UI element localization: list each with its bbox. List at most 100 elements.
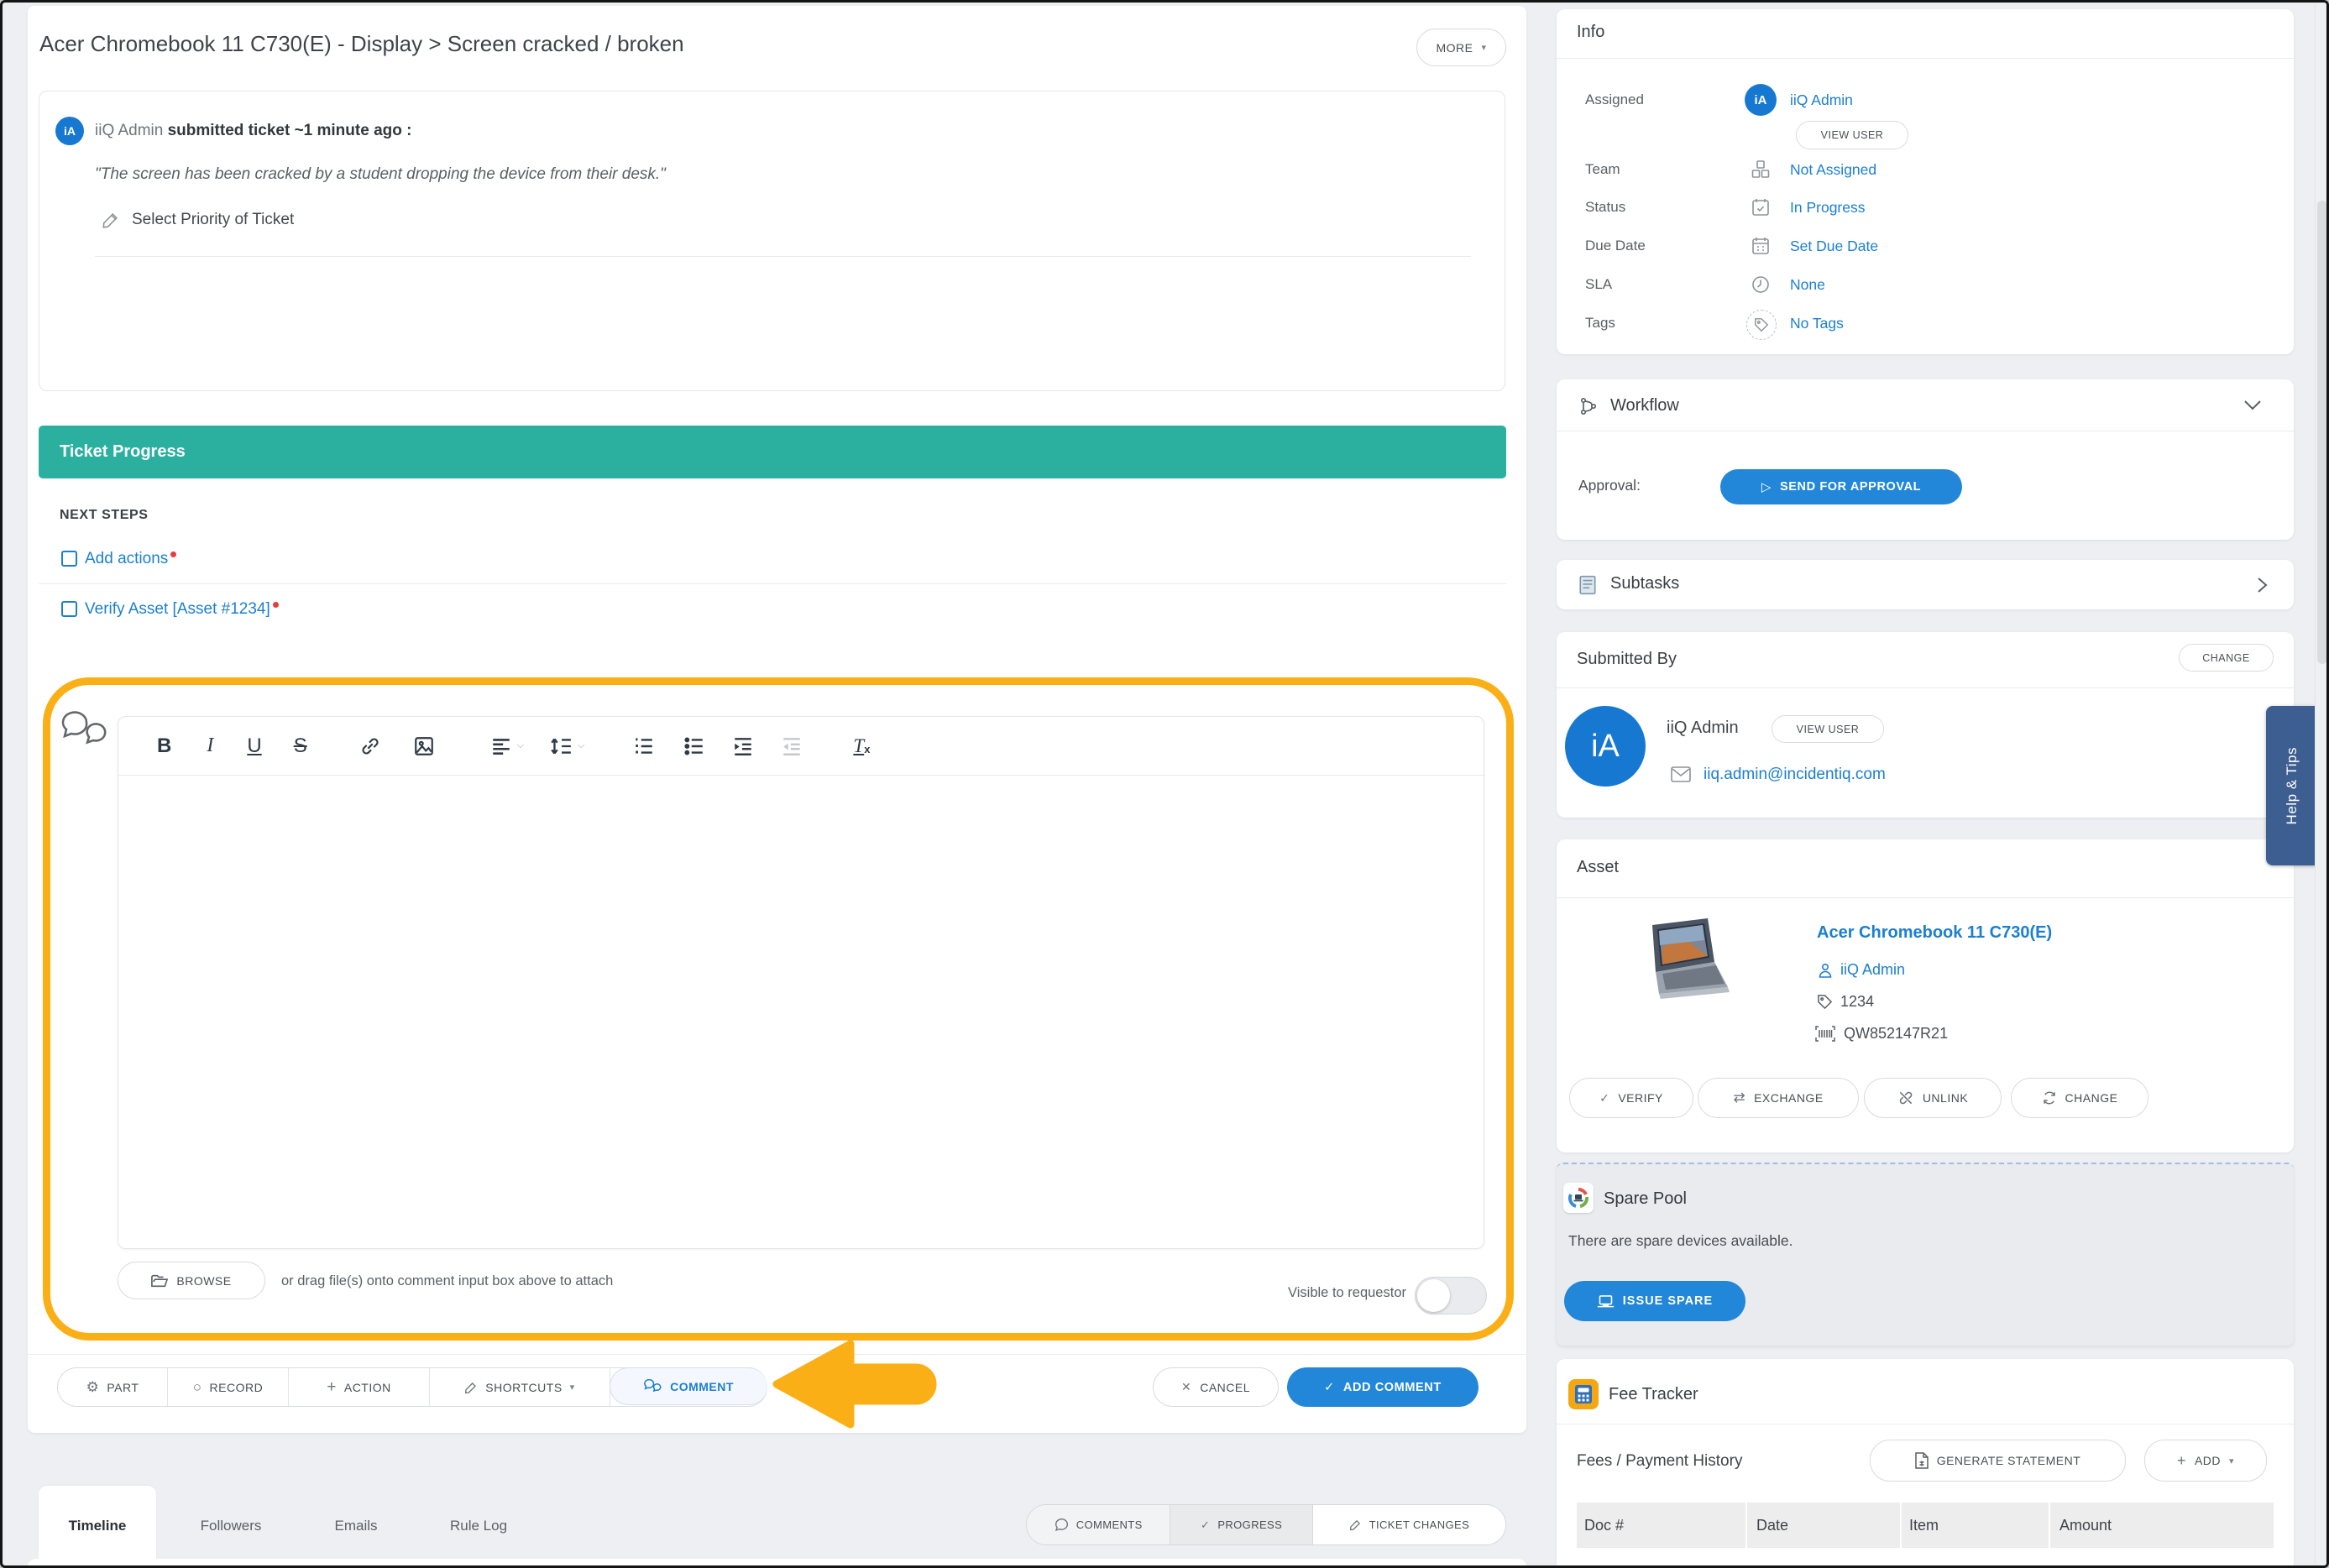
drag-hint: or drag file(s) onto comment input box a… xyxy=(281,1273,613,1289)
part-label: PART xyxy=(107,1381,139,1394)
line-height-icon[interactable] xyxy=(549,735,573,757)
exchange-asset-button[interactable]: ⇄ EXCHANGE xyxy=(1698,1078,1859,1118)
fee-col-date: Date xyxy=(1747,1503,1900,1548)
avatar: iA xyxy=(55,117,84,145)
due-date-value-link[interactable]: Set Due Date xyxy=(1790,238,1878,255)
timeline-view-group: COMMENTS ✓ PROGRESS TICKET CHANGES xyxy=(1026,1504,1506,1545)
asset-photo xyxy=(1634,907,1740,1012)
line-height-caret-icon[interactable]: ⌵ xyxy=(578,740,584,751)
issue-spare-button[interactable]: ISSUE SPARE xyxy=(1564,1281,1745,1321)
folder-icon xyxy=(151,1273,168,1288)
priority-prompt-row[interactable]: Select Priority of Ticket xyxy=(102,211,294,229)
fee-col-amount: Amount xyxy=(2050,1503,2274,1548)
tab-rule-log[interactable]: Rule Log xyxy=(450,1518,507,1534)
part-button[interactable]: ⚙ PART xyxy=(58,1368,168,1406)
change-button[interactable]: CHANGE xyxy=(2179,644,2274,672)
clear-format-icon[interactable]: Tx xyxy=(853,735,870,757)
pencil-icon xyxy=(1349,1518,1362,1531)
timeline-content-band xyxy=(28,1559,1526,1568)
team-value-link[interactable]: Not Assigned xyxy=(1790,161,1876,179)
outdent-icon[interactable] xyxy=(781,735,803,757)
pencil-icon xyxy=(464,1381,478,1394)
browse-button[interactable]: BROWSE xyxy=(118,1262,265,1299)
event-user: iiQ Admin xyxy=(95,122,163,139)
status-value-link[interactable]: In Progress xyxy=(1790,199,1865,217)
generate-statement-button[interactable]: GENERATE STATEMENT xyxy=(1870,1440,2126,1482)
shortcuts-button[interactable]: SHORTCUTS ▾ xyxy=(430,1368,610,1406)
bullet-list-icon[interactable] xyxy=(683,735,705,757)
view-progress-button[interactable]: ✓ PROGRESS xyxy=(1170,1505,1311,1544)
asset-owner-link[interactable]: iiQ Admin xyxy=(1840,961,1905,979)
unlink-label: UNLINK xyxy=(1923,1091,1968,1105)
step-checkbox[interactable] xyxy=(61,551,77,567)
comment-button[interactable]: COMMENT xyxy=(610,1367,767,1405)
cancel-button[interactable]: ✕ CANCEL xyxy=(1153,1367,1279,1407)
assigned-user-link[interactable]: iiQ Admin xyxy=(1790,91,1853,109)
plus-icon: + xyxy=(327,1378,337,1397)
fee-tracker-card: Fee Tracker Fees / Payment History GENER… xyxy=(1557,1359,2294,1568)
view-user-button[interactable]: VIEW USER xyxy=(1772,715,1884,743)
change-asset-button[interactable]: CHANGE xyxy=(2011,1078,2148,1118)
align-icon[interactable] xyxy=(490,735,512,757)
link-icon[interactable] xyxy=(359,735,381,757)
ticket-progress-title: Ticket Progress xyxy=(60,442,186,462)
add-fee-label: ADD xyxy=(2195,1454,2221,1467)
approval-label: Approval: xyxy=(1578,477,1641,494)
send-for-approval-button[interactable]: ▷ SEND FOR APPROVAL xyxy=(1720,469,1962,504)
image-icon[interactable] xyxy=(413,735,435,757)
event-headline: iiQ Admin submitted ticket ~1 minute ago… xyxy=(95,122,411,140)
required-dot xyxy=(170,551,176,557)
comment-label: COMMENT xyxy=(670,1380,734,1393)
unlink-asset-button[interactable]: UNLINK xyxy=(1864,1078,2002,1118)
action-button[interactable]: + ACTION xyxy=(289,1368,430,1406)
subtasks-card[interactable]: Subtasks xyxy=(1557,560,2294,609)
record-circle-icon: ○ xyxy=(193,1379,202,1396)
submitted-by-card: Submitted By CHANGE iA iiQ Admin VIEW US… xyxy=(1557,632,2294,818)
tab-timeline[interactable]: Timeline xyxy=(39,1486,156,1568)
submitter-avatar: iA xyxy=(1565,706,1646,787)
record-button[interactable]: ○ RECORD xyxy=(168,1368,289,1406)
chevron-down-icon[interactable] xyxy=(2243,400,2262,411)
comment-input[interactable] xyxy=(118,776,1484,1249)
tab-emails[interactable]: Emails xyxy=(334,1518,377,1534)
more-button[interactable]: MORE ▾ xyxy=(1416,29,1506,66)
indent-icon[interactable] xyxy=(732,735,754,757)
required-dot xyxy=(273,602,279,608)
visible-to-requestor-toggle[interactable] xyxy=(1415,1277,1487,1315)
comment-bubbles-icon xyxy=(61,711,110,751)
step-label: Add actions xyxy=(85,550,168,567)
verify-label: VERIFY xyxy=(1618,1091,1663,1105)
bold-icon[interactable]: B xyxy=(157,734,171,758)
check-icon: ✓ xyxy=(1324,1381,1335,1394)
assigned-avatar: iA xyxy=(1745,84,1777,116)
sla-value-link[interactable]: None xyxy=(1790,276,1825,294)
view-ticket-changes-button[interactable]: TICKET CHANGES xyxy=(1312,1505,1505,1544)
strikethrough-icon[interactable]: S xyxy=(294,734,307,758)
underline-icon[interactable]: U xyxy=(247,734,261,758)
comment-bubble-icon xyxy=(1055,1518,1069,1531)
italic-icon[interactable]: I xyxy=(207,734,213,757)
align-caret-icon[interactable]: ⌵ xyxy=(517,740,524,751)
add-fee-button[interactable]: + ADD ▾ xyxy=(2144,1440,2267,1482)
view-comments-button[interactable]: COMMENTS xyxy=(1027,1505,1170,1544)
asset-name-link[interactable]: Acer Chromebook 11 C730(E) xyxy=(1817,923,2052,943)
verify-asset-button[interactable]: ✓ VERIFY xyxy=(1569,1078,1693,1118)
caret-down-icon: ▾ xyxy=(570,1382,575,1393)
step-label: Verify Asset [Asset #1234] xyxy=(85,600,270,618)
help-tips-ribbon[interactable]: Help & Tips xyxy=(2266,706,2317,865)
submitter-email-link[interactable]: iiq.admin@incidentiq.com xyxy=(1704,766,1886,784)
view-user-button[interactable]: VIEW USER xyxy=(1796,121,1908,149)
step-checkbox[interactable] xyxy=(61,601,77,617)
step-link[interactable]: Add actions xyxy=(85,550,176,568)
event-divider xyxy=(95,256,1471,257)
tag-icon xyxy=(1746,310,1777,340)
page-scrollbar-thumb[interactable] xyxy=(2317,201,2327,664)
assigned-label: Assigned xyxy=(1585,91,1644,108)
next-steps-label: NEXT STEPS xyxy=(60,508,149,523)
step-link[interactable]: Verify Asset [Asset #1234] xyxy=(85,600,279,619)
tab-followers[interactable]: Followers xyxy=(201,1518,262,1534)
ordered-list-icon[interactable] xyxy=(633,735,655,757)
issue-spare-label: ISSUE SPARE xyxy=(1623,1294,1713,1308)
add-comment-button[interactable]: ✓ ADD COMMENT xyxy=(1287,1367,1479,1407)
tags-value-link[interactable]: No Tags xyxy=(1790,315,1844,332)
